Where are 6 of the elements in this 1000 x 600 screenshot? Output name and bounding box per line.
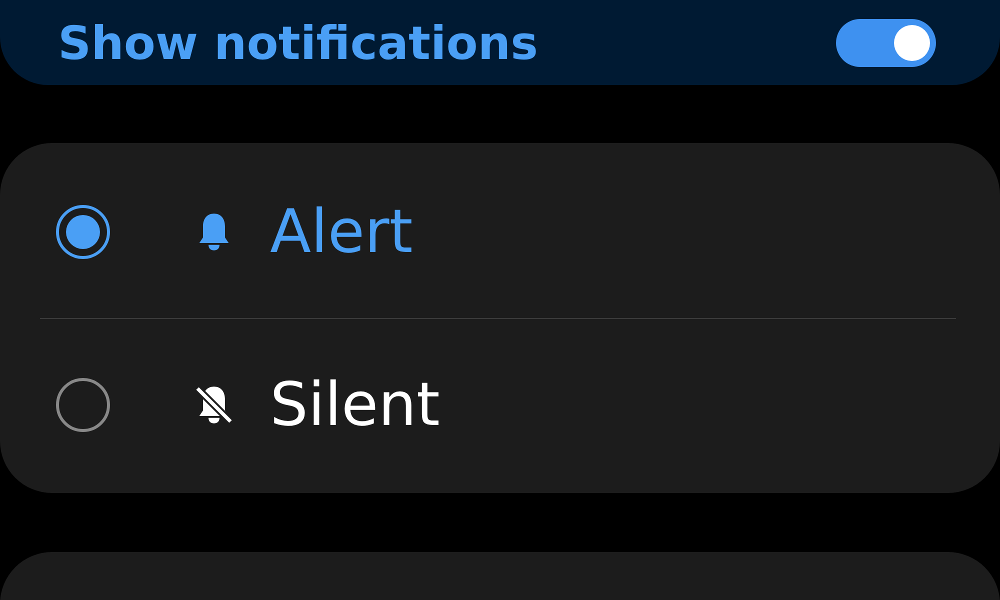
notifications-toggle[interactable]: [836, 18, 936, 66]
radio-button[interactable]: [56, 378, 110, 432]
radio-button[interactable]: [56, 204, 110, 258]
show-notifications-label: Show notifications: [58, 16, 538, 70]
option-label[interactable]: Alert: [270, 196, 413, 266]
option-label[interactable]: Silent: [270, 370, 440, 440]
